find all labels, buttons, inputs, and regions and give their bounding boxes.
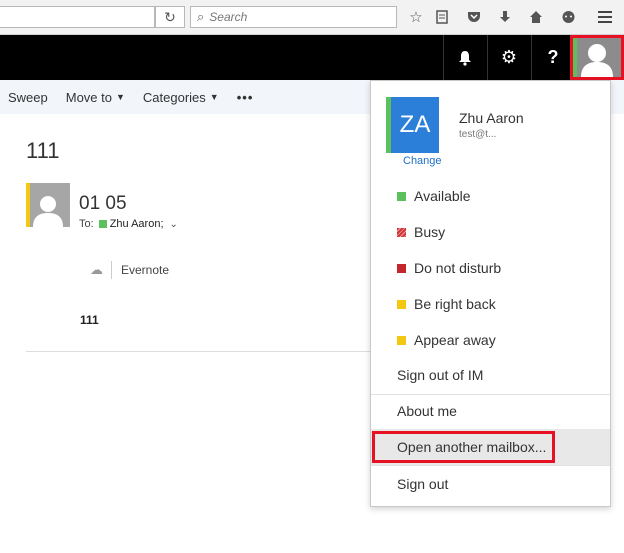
- sign-out-link[interactable]: Sign out: [371, 466, 610, 502]
- status-label: Do not disturb: [414, 260, 502, 276]
- status-be-right-back[interactable]: Be right back: [371, 286, 610, 322]
- star-icon[interactable]: ☆: [404, 6, 428, 28]
- sweep-label: Sweep: [8, 89, 48, 105]
- account-name: Zhu Aaron: [459, 110, 524, 126]
- available-status-icon: [397, 191, 406, 201]
- presence-indicator: [573, 38, 577, 77]
- busy-status-icon: [397, 227, 406, 237]
- reload-icon: ↻: [164, 8, 176, 25]
- search-placeholder: Search: [209, 10, 248, 24]
- avatar-icon: [581, 44, 613, 77]
- message-title: 01 05: [79, 193, 127, 214]
- presence-dot: [98, 220, 107, 228]
- evernote-icon[interactable]: ☁: [90, 262, 103, 278]
- presence-indicator: [26, 183, 30, 227]
- status-label: Available: [414, 188, 471, 204]
- account-initials-tile: ZA: [386, 97, 439, 153]
- account-avatar-button[interactable]: [570, 35, 624, 80]
- reload-button[interactable]: ↻: [155, 6, 185, 28]
- status-available[interactable]: Available: [371, 178, 610, 214]
- address-bar[interactable]: [0, 6, 155, 28]
- divider: [111, 261, 112, 279]
- message-subject: 111: [26, 138, 60, 163]
- more-actions-button[interactable]: •••: [237, 90, 254, 105]
- account-initials: ZA: [399, 111, 431, 138]
- status-appear-away[interactable]: Appear away: [371, 322, 610, 358]
- search-input[interactable]: ⌕ Search: [190, 6, 397, 28]
- change-photo-link[interactable]: Change: [403, 155, 442, 167]
- status-label: Appear away: [414, 332, 496, 348]
- divider: [26, 351, 376, 352]
- browser-toolbar: ↻ ⌕ Search ☆: [0, 0, 624, 35]
- search-icon: ⌕: [197, 9, 205, 24]
- about-me-link[interactable]: About me: [371, 393, 610, 429]
- categories-label: Categories: [142, 89, 206, 105]
- move-to-label: Move to: [65, 89, 112, 105]
- about-me-label: About me: [397, 403, 457, 419]
- do-not-disturb-status-icon: [397, 263, 406, 273]
- sign-out-of-im[interactable]: Sign out of IM: [371, 357, 610, 393]
- chat-icon[interactable]: [556, 6, 580, 28]
- addin-bar: ☁ Evernote: [90, 261, 169, 279]
- chevron-down-icon: ▼: [209, 92, 219, 102]
- expand-recipients-icon[interactable]: ⌄: [170, 219, 178, 230]
- help-icon: ?: [547, 47, 559, 67]
- person-icon: [33, 196, 63, 227]
- reading-list-icon[interactable]: [430, 6, 454, 28]
- status-label: Be right back: [414, 296, 496, 312]
- chevron-down-icon: ▼: [116, 92, 125, 102]
- account-email: test@t...: [459, 129, 497, 140]
- move-to-button[interactable]: Move to ▼: [66, 90, 125, 105]
- presence-indicator: [386, 97, 391, 153]
- annotation-highlight: [372, 431, 555, 463]
- status-busy[interactable]: Busy: [371, 214, 610, 250]
- sign-out-label: Sign out: [397, 476, 449, 492]
- message-body: 111: [80, 313, 99, 327]
- status-label: Busy: [414, 224, 446, 240]
- sweep-button[interactable]: Sweep: [8, 90, 48, 105]
- recipient-name[interactable]: Zhu Aaron;: [110, 218, 164, 230]
- categories-button[interactable]: Categories ▼: [143, 90, 219, 105]
- menu-icon[interactable]: [593, 6, 617, 28]
- be-right-back-status-icon: [397, 299, 406, 309]
- gear-icon: ⚙: [500, 47, 518, 67]
- to-label: To:: [79, 218, 94, 230]
- bell-icon: [459, 50, 471, 66]
- pocket-icon[interactable]: [462, 6, 486, 28]
- app-header: ⚙ ?: [0, 35, 624, 80]
- evernote-addin[interactable]: Evernote: [121, 263, 169, 277]
- notifications-button[interactable]: [443, 35, 486, 80]
- appear-away-status-icon: [397, 335, 406, 345]
- help-button[interactable]: ?: [531, 35, 574, 80]
- settings-button[interactable]: ⚙: [487, 35, 530, 80]
- sender-avatar[interactable]: [26, 183, 70, 227]
- download-icon[interactable]: [493, 6, 517, 28]
- home-icon[interactable]: [524, 6, 548, 28]
- status-do-not-disturb[interactable]: Do not disturb: [371, 250, 610, 286]
- recipients-line: To: Zhu Aaron; ⌄: [79, 218, 178, 230]
- sign-out-im-label: Sign out of IM: [397, 367, 484, 383]
